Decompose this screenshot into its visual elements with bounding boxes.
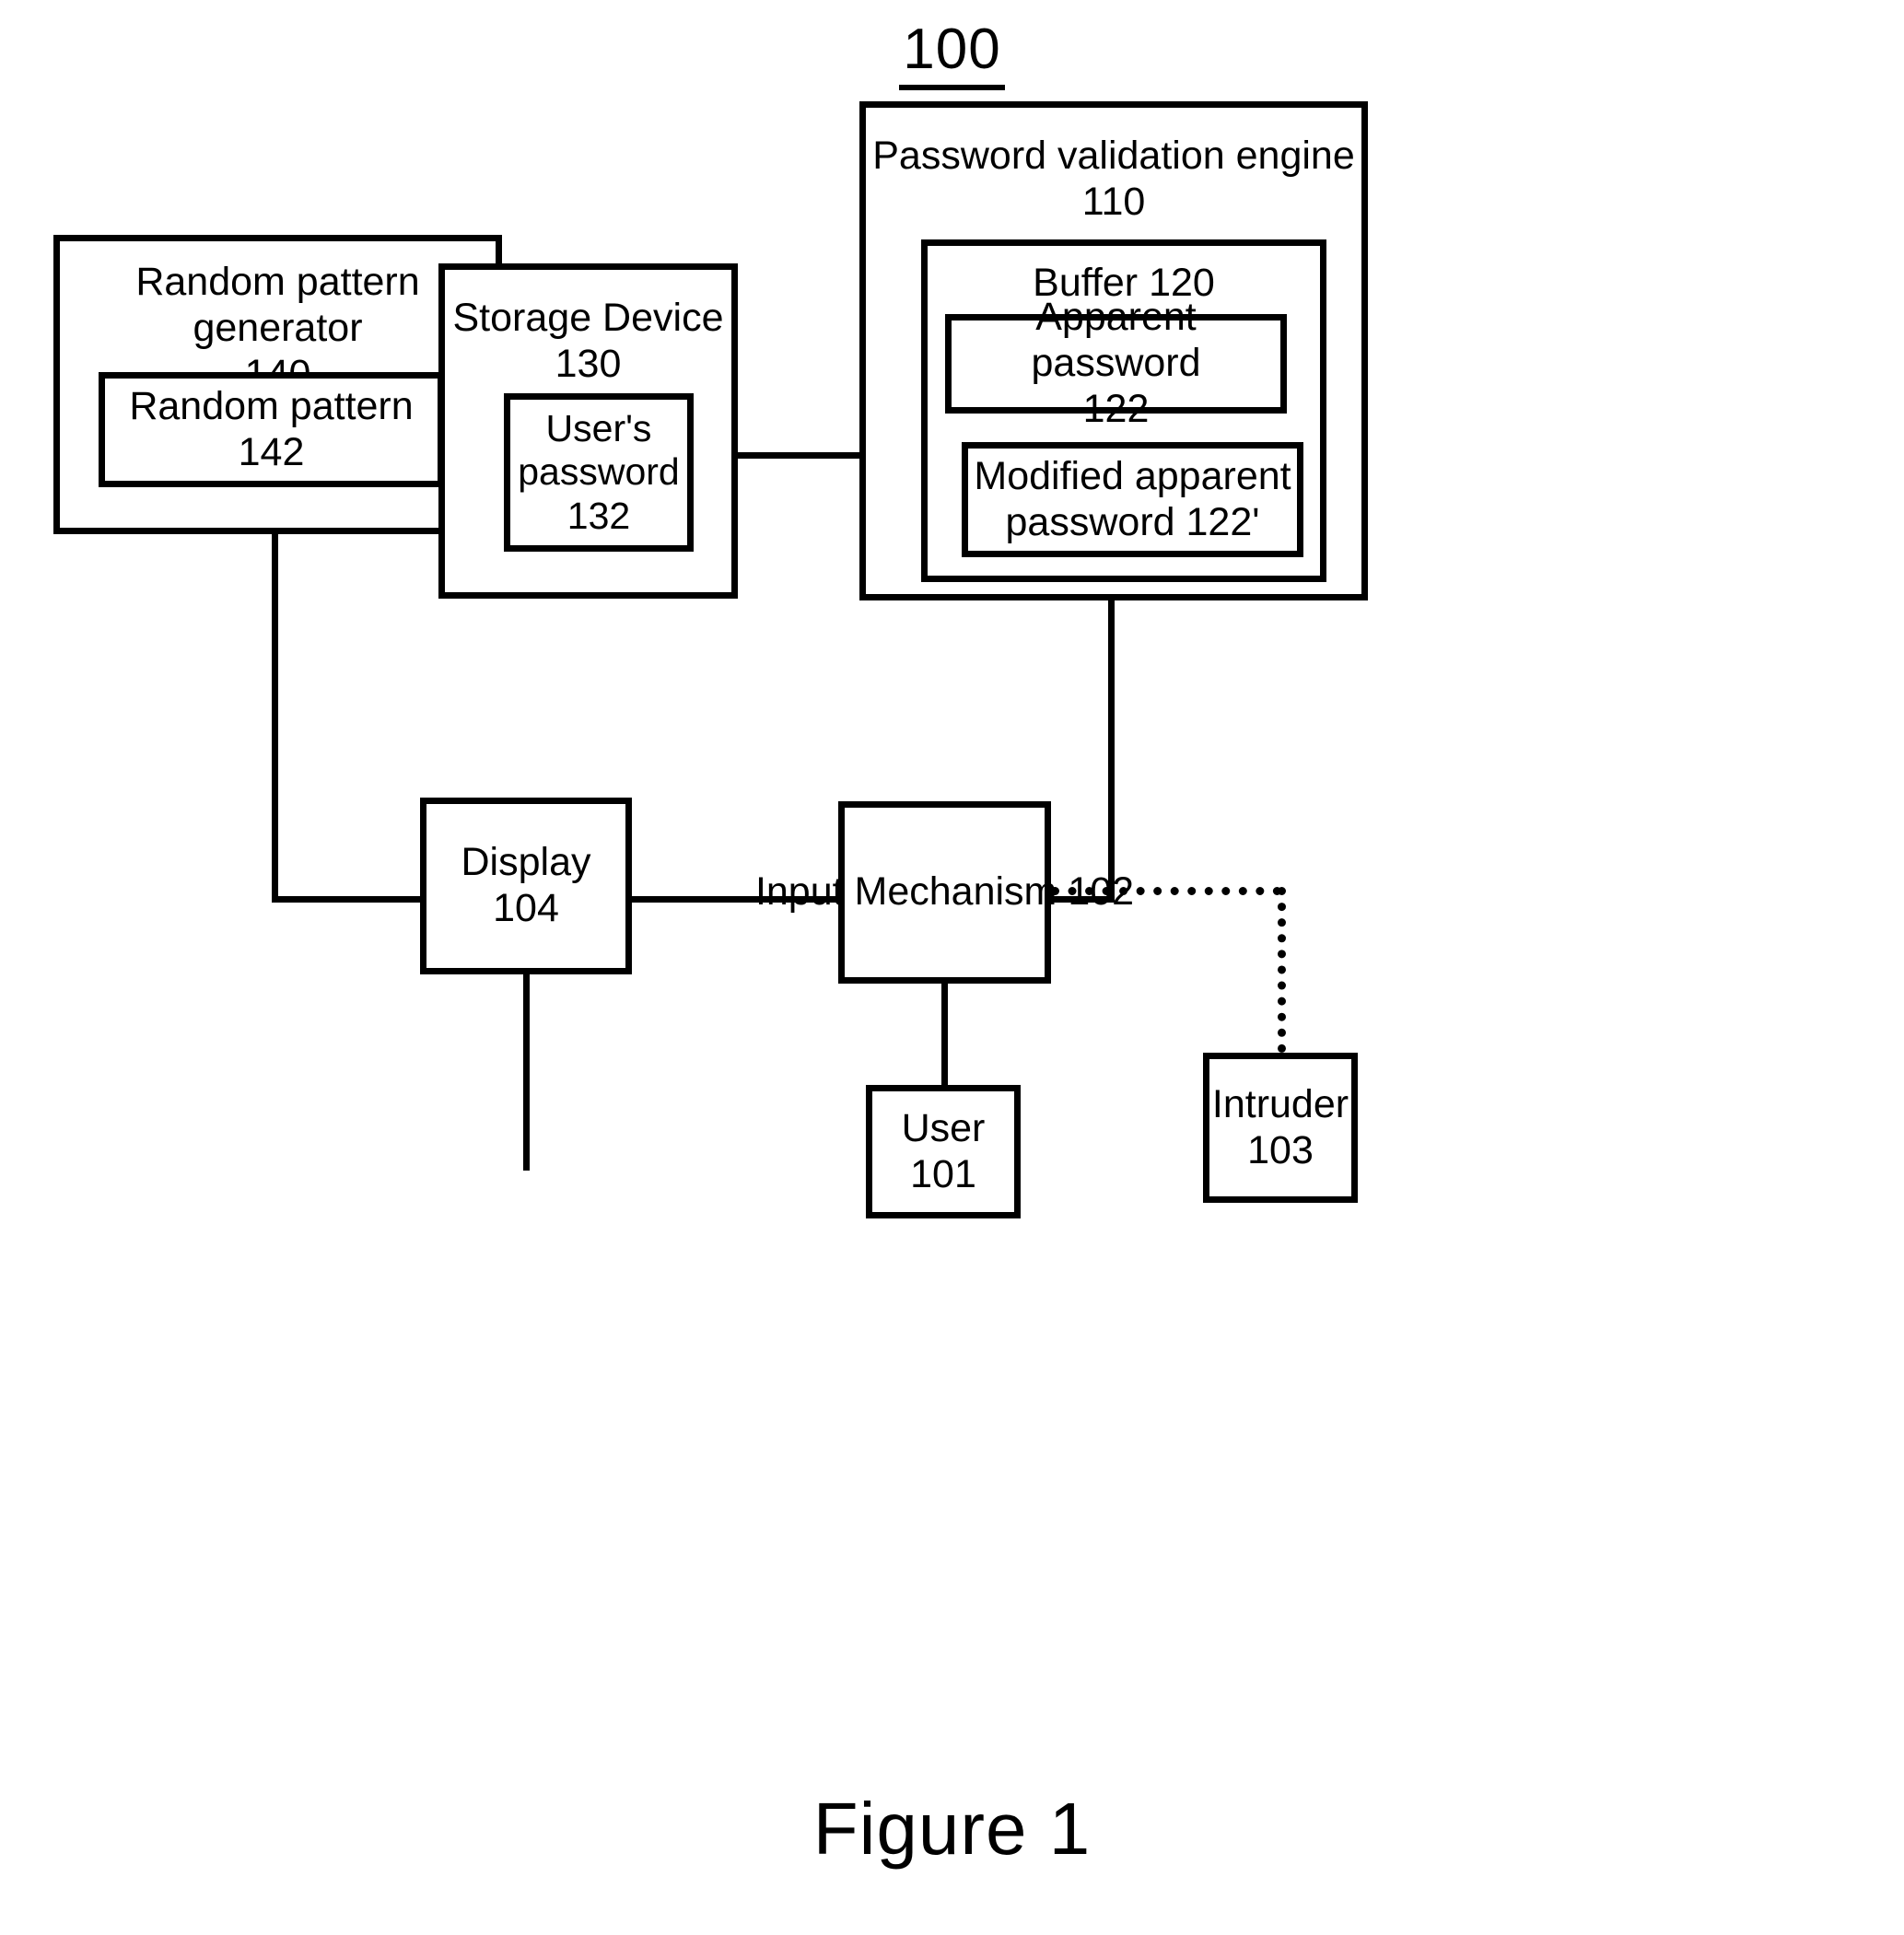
display-box: Display 104 [420,798,632,974]
patent-figure: 100 Random pattern generator 140 Random … [0,0,1904,1935]
apparent-password-label: Apparent password 122 [1031,295,1201,431]
users-password-box: User's password 132 [504,393,694,552]
intruder-label: Intruder 103 [1211,1081,1349,1172]
password-validation-engine-label: Password validation engine 110 [872,134,1355,224]
figure-reference-number-text: 100 [899,17,1005,90]
random-pattern-label: Random pattern 142 [129,383,414,474]
storage-device-label: Storage Device 130 [452,296,724,386]
intruder-box: Intruder 103 [1203,1053,1358,1203]
user-label: User 101 [901,1105,986,1196]
connector-input-to-intruder-vertical [1278,887,1286,1053]
connector-engine-down [1108,600,1115,903]
figure-reference-number: 100 [0,17,1904,90]
connector-generator-down [272,534,278,903]
figure-caption: Figure 1 [812,1788,1092,1870]
connector-input-to-intruder-horizontal [1051,887,1281,895]
users-password-label: User's password 132 [518,406,680,537]
user-box: User 101 [866,1085,1021,1218]
input-mechanism-box: Input Mechanism 102 [755,801,1134,984]
connector-input-to-user [941,982,948,1090]
connector-storage-to-engine [737,452,866,459]
modified-apparent-password-box: Modified apparent password 122' [962,442,1303,557]
modified-apparent-password-label: Modified apparent password 122' [974,453,1291,544]
random-pattern-box: Random pattern 142 [99,372,444,487]
display-label: Display 104 [461,840,591,930]
apparent-password-box: Apparent password 122 [945,295,1287,431]
